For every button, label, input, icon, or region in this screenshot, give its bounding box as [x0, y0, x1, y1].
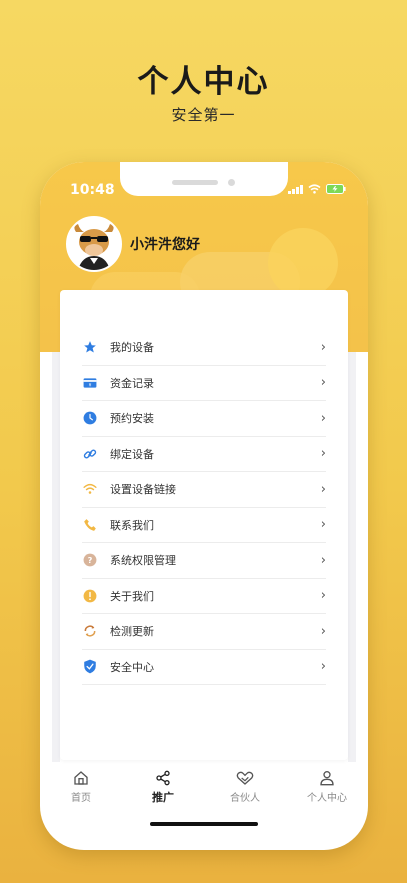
menu-item-about-us[interactable]: 关于我们 › — [82, 579, 326, 614]
chevron-right-icon: › — [320, 339, 326, 355]
menu-item-my-devices[interactable]: 我的设备 › — [82, 330, 326, 366]
tab-profile[interactable]: 个人中心 — [292, 770, 362, 804]
svg-text:?: ? — [88, 555, 93, 565]
link-icon — [82, 446, 98, 462]
chevron-right-icon: › — [320, 410, 326, 426]
battery-icon — [326, 184, 346, 194]
status-time: 10:48 — [70, 182, 115, 198]
menu-item-check-update[interactable]: 检测更新 › — [82, 614, 326, 650]
chevron-right-icon: › — [320, 517, 326, 533]
handshake-icon — [236, 771, 254, 785]
tab-label: 首页 — [71, 793, 91, 804]
person-icon — [320, 771, 334, 786]
svg-text:¥: ¥ — [89, 382, 92, 387]
menu-item-label: 资金记录 — [110, 376, 154, 390]
home-indicator[interactable] — [150, 822, 258, 826]
tab-home[interactable]: 首页 — [46, 770, 116, 804]
info-icon — [82, 588, 98, 604]
menu-item-contact-us[interactable]: 联系我们 › — [82, 508, 326, 543]
menu-item-label: 安全中心 — [110, 660, 154, 674]
help-icon: ? — [82, 552, 98, 568]
chevron-right-icon: › — [320, 659, 326, 675]
menu-item-label: 设置设备链接 — [110, 483, 176, 497]
chevron-right-icon: › — [320, 552, 326, 568]
wifi-status-icon — [308, 184, 321, 194]
menu-item-book-installation[interactable]: 预约安装 › — [82, 401, 326, 437]
menu-item-label: 检测更新 — [110, 625, 154, 639]
tab-promote[interactable]: 推广 — [128, 770, 198, 805]
menu-item-label: 联系我们 — [110, 518, 154, 532]
menu-item-label: 预约安装 — [110, 412, 154, 426]
status-icons — [288, 184, 346, 194]
menu-card: 我的设备 › ¥ 资金记录 › 预约安装 › 绑定设备 › 设置设备链接 › 联… — [60, 290, 348, 760]
shield-icon — [82, 659, 98, 675]
bottom-tab-bar: 首页 推广 合伙人 个人中心 — [40, 762, 368, 812]
speaker — [172, 180, 218, 185]
wallet-icon: ¥ — [82, 375, 98, 391]
chevron-right-icon: › — [320, 375, 326, 391]
menu-item-label: 我的设备 — [110, 341, 154, 355]
tab-partner[interactable]: 合伙人 — [210, 770, 280, 804]
cellular-signal-icon — [288, 184, 303, 194]
star-icon — [82, 339, 98, 355]
bull-mascot-icon — [68, 218, 120, 270]
menu-item-permission-management[interactable]: ? 系统权限管理 › — [82, 543, 326, 579]
menu-item-device-link-settings[interactable]: 设置设备链接 › — [82, 472, 326, 508]
refresh-icon — [82, 623, 98, 639]
menu-item-bind-device[interactable]: 绑定设备 › — [82, 437, 326, 472]
greeting-text: 小汼汼您好 — [130, 237, 200, 253]
tab-label: 个人中心 — [307, 793, 347, 804]
wifi-icon — [82, 481, 98, 497]
menu-item-fund-records[interactable]: ¥ 资金记录 › — [82, 366, 326, 401]
chevron-right-icon: › — [320, 623, 326, 639]
menu-item-security-center[interactable]: 安全中心 › — [82, 650, 326, 685]
page-headline: 个人中心 — [137, 64, 270, 100]
camera — [228, 179, 235, 186]
page-subline: 安全第一 — [171, 106, 236, 124]
menu-item-label: 系统权限管理 — [110, 554, 176, 568]
phone-notch — [120, 162, 288, 196]
phone-frame: 10:48 小汼汼您好 我的设备 › ¥ 资金记录 › 预约安装 › 绑定设备 … — [40, 162, 368, 850]
share-icon — [156, 770, 170, 785]
phone-icon — [82, 517, 98, 533]
chevron-right-icon: › — [320, 446, 326, 462]
chevron-right-icon: › — [320, 481, 326, 497]
menu-list: 我的设备 › ¥ 资金记录 › 预约安装 › 绑定设备 › 设置设备链接 › 联… — [82, 330, 326, 685]
home-icon — [74, 771, 88, 785]
clock-icon — [82, 410, 98, 426]
menu-item-label: 绑定设备 — [110, 447, 154, 461]
menu-item-label: 关于我们 — [110, 589, 154, 603]
chevron-right-icon: › — [320, 588, 326, 604]
tab-label: 推广 — [152, 790, 174, 804]
avatar[interactable] — [66, 216, 122, 272]
tab-label: 合伙人 — [230, 793, 260, 804]
